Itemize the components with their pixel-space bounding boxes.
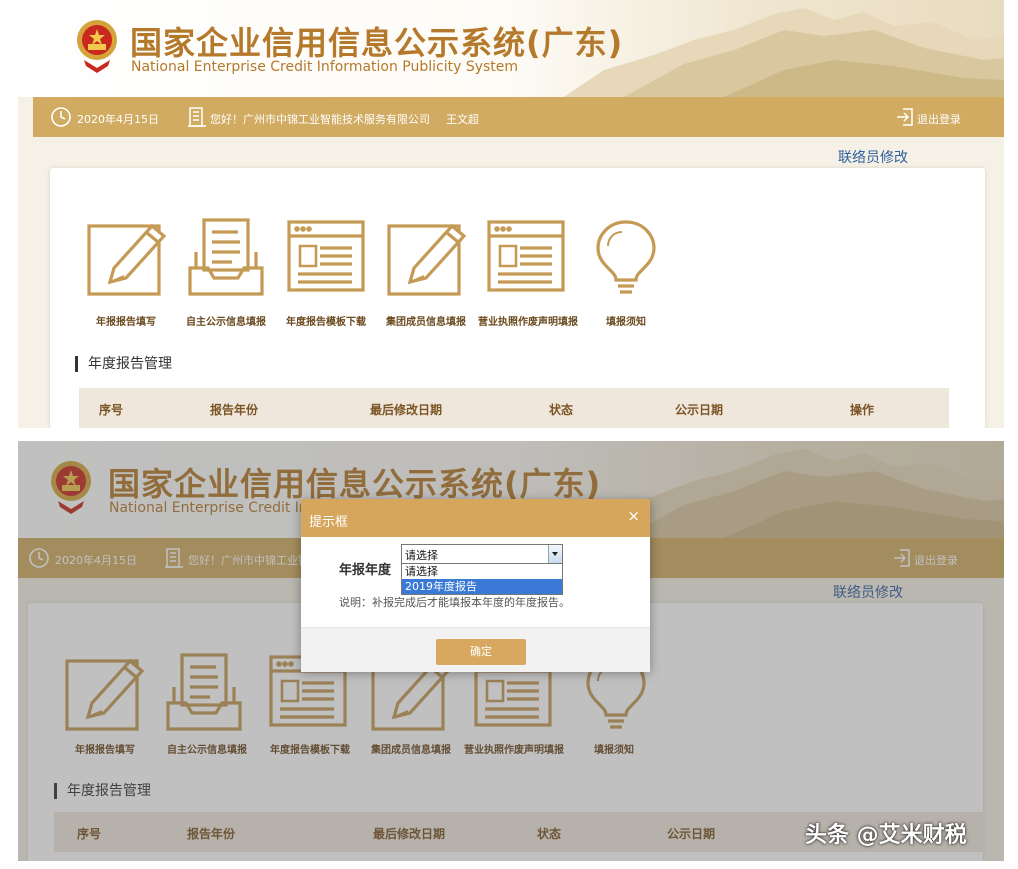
dialog-title: 提示框 <box>309 515 349 530</box>
year-select[interactable]: 请选择 <box>401 544 563 564</box>
site-subtitle: National Enterprise Credit Information P… <box>131 59 519 75</box>
username: 王文超 <box>446 113 479 126</box>
current-date: 2020年4月15日 <box>77 113 159 126</box>
confirm-button[interactable]: 确定 <box>436 639 526 665</box>
inbox-icon[interactable] <box>186 214 266 298</box>
edit-icon[interactable] <box>86 214 166 298</box>
watermark: 头条 @艾米财税 <box>805 823 967 848</box>
panel-dialog: 国家企业信用信息公示系统(广东) National Enterprise Cre… <box>18 441 1004 861</box>
company-icon <box>188 107 206 127</box>
col-status: 状态 <box>548 403 574 417</box>
greeting-text: 您好！广州市中锦工业智能技术服务有限公司 <box>210 113 430 126</box>
dialog-note: 说明：补报完成后才能填报本年度的年度报告。 <box>339 596 570 609</box>
logout-icon[interactable] <box>895 106 915 128</box>
prompt-dialog: 提示框 × 年报年度 请选择 请选择 2019年度报告 说明：补报完成后才能填报… <box>301 499 650 672</box>
menu-self-disclosure[interactable]: 自主公示信息填报 <box>186 313 266 328</box>
contact-edit-link[interactable]: 联络员修改 <box>838 147 908 167</box>
national-emblem-icon <box>77 20 117 73</box>
edit-icon[interactable] <box>386 214 466 298</box>
chevron-down-icon[interactable] <box>548 545 562 563</box>
logout-link[interactable]: 退出登录 <box>917 111 961 127</box>
dialog-footer: 确定 <box>301 627 650 672</box>
year-dropdown-list: 请选择 2019年度报告 <box>401 563 563 595</box>
year-field-label: 年报年度 <box>339 563 392 578</box>
table-header: 序号 报告年份 最后修改日期 状态 公示日期 操作 <box>79 388 949 428</box>
menu-annual-report[interactable]: 年报报告填写 <box>96 313 156 328</box>
menu-template-download[interactable]: 年度报告模板下载 <box>286 313 366 328</box>
mountain-illustration <box>564 8 1004 97</box>
dialog-header: 提示框 × <box>301 499 650 537</box>
menu-license-void[interactable]: 营业执照作废声明填报 <box>478 313 578 328</box>
col-year: 报告年份 <box>209 403 259 417</box>
col-index: 序号 <box>98 403 124 417</box>
menu-group-members[interactable]: 集团成员信息填报 <box>386 313 466 328</box>
section-title: 年度报告管理 <box>75 356 172 372</box>
menu-instructions[interactable]: 填报须知 <box>606 313 646 328</box>
option-2019-report[interactable]: 2019年度报告 <box>402 579 562 594</box>
browser-template-icon[interactable] <box>286 214 366 298</box>
browser-template-icon[interactable] <box>486 214 566 298</box>
col-actions: 操作 <box>849 403 875 417</box>
col-publish-date: 公示日期 <box>674 403 724 417</box>
header: 国家企业信用信息公示系统(广东) National Enterprise Cre… <box>18 0 1004 97</box>
option-please-select[interactable]: 请选择 <box>402 564 562 579</box>
year-select-value: 请选择 <box>405 549 438 562</box>
col-modified: 最后修改日期 <box>369 403 443 417</box>
top-bar: 2020年4月15日 您好！广州市中锦工业智能技术服务有限公司 王文超 退出登录 <box>33 97 1004 137</box>
panel-main: 国家企业信用信息公示系统(广东) National Enterprise Cre… <box>18 0 1004 428</box>
lightbulb-icon[interactable] <box>586 214 666 298</box>
site-title: 国家企业信用信息公示系统(广东) <box>130 24 624 62</box>
clock-icon <box>51 107 71 127</box>
close-icon[interactable]: × <box>627 507 640 525</box>
